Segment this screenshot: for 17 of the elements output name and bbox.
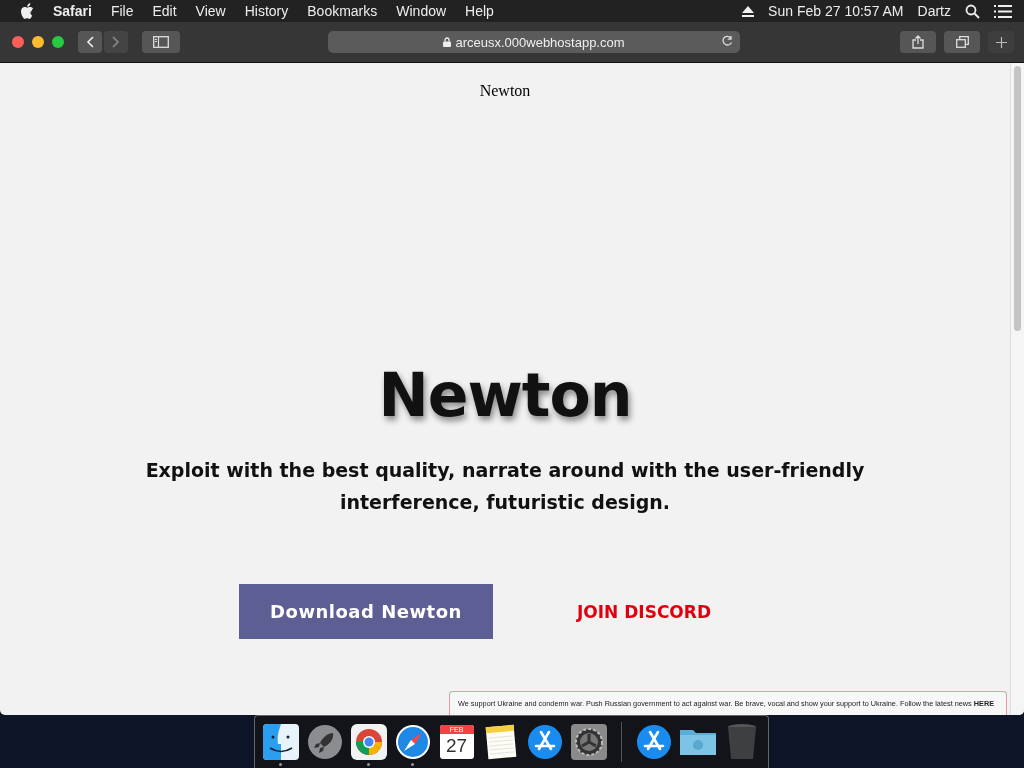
menu-item[interactable]: Window <box>396 3 447 19</box>
hero-title: Newton <box>378 360 632 430</box>
menu-item[interactable]: View <box>195 3 226 19</box>
download-button[interactable]: Download Newton <box>238 584 493 639</box>
discord-link[interactable]: JOIN DISCORD <box>576 601 712 622</box>
menu-item[interactable]: File <box>110 3 134 19</box>
tagline: Exploit with the best quality, narrate around with the user-friendly interference, futuristic design. <box>144 458 866 515</box>
menu-clock[interactable]: Sun Feb 27 10:57 AM <box>768 3 904 19</box>
site-title: Newton <box>479 82 531 100</box>
menu-item[interactable]: History <box>244 3 289 19</box>
calendar-day: 27 <box>445 733 468 758</box>
menu-item[interactable]: Safari <box>53 3 92 19</box>
menu-item[interactable]: Help <box>465 3 494 19</box>
menu-item[interactable]: Bookmarks <box>307 3 378 19</box>
menu-item[interactable]: Edit <box>152 3 177 19</box>
address-bar[interactable]: arceusx.000webhostapp.com <box>328 31 740 53</box>
user-name[interactable]: Dartz <box>917 3 951 19</box>
